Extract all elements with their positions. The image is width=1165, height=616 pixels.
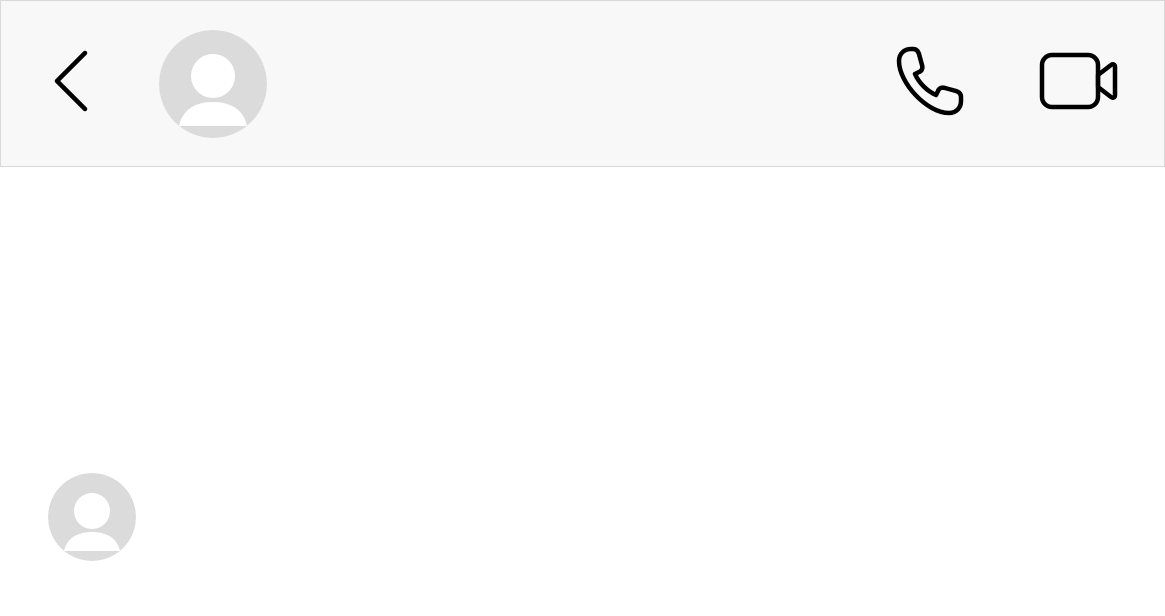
phone-icon (891, 43, 967, 119)
default-user-avatar-icon (48, 473, 136, 561)
message-sender-avatar[interactable] (48, 473, 136, 561)
back-button[interactable] (45, 45, 97, 117)
default-user-avatar-icon (159, 30, 267, 138)
video-call-button[interactable] (1037, 47, 1121, 115)
chat-screen (0, 0, 1165, 616)
chat-header (0, 0, 1165, 167)
contact-avatar[interactable] (159, 30, 267, 138)
chevron-left-icon (45, 45, 97, 117)
voice-call-button[interactable] (891, 43, 967, 119)
video-camera-icon (1037, 47, 1121, 115)
